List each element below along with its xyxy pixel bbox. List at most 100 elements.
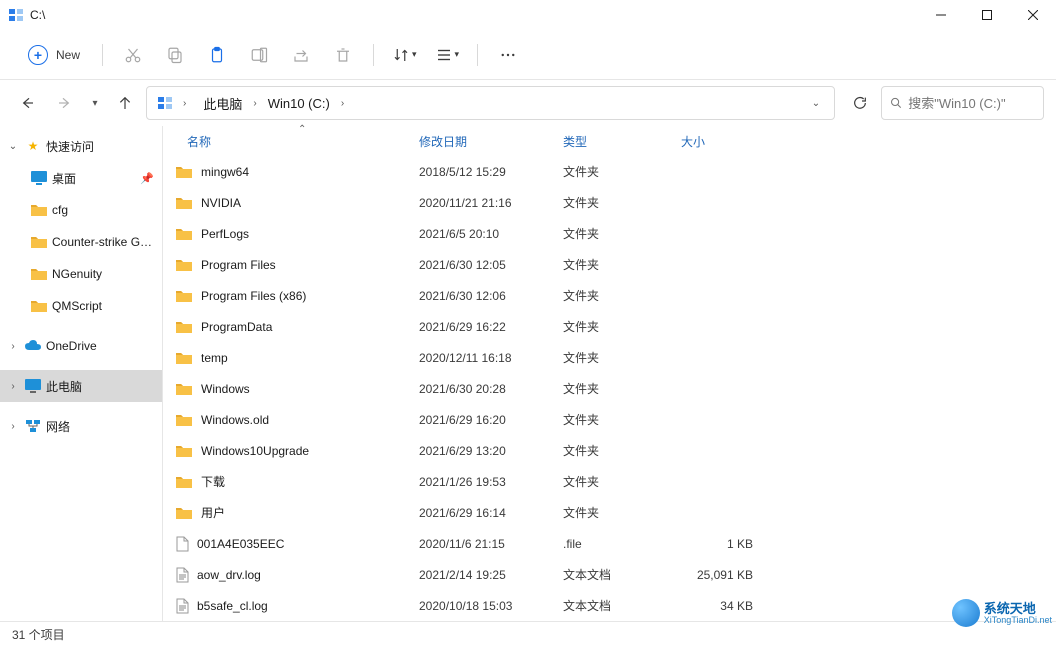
file-date: 2021/6/29 16:20	[419, 413, 563, 427]
file-row[interactable]: ProgramData2021/6/29 16:22文件夹	[163, 311, 1056, 342]
sidebar-label: 此电脑	[46, 378, 82, 395]
forward-button[interactable]	[48, 86, 82, 120]
monitor-icon	[24, 377, 42, 395]
search-input[interactable]	[908, 96, 1035, 111]
globe-icon	[952, 599, 980, 627]
chevron-right-icon[interactable]: ›	[6, 341, 20, 352]
file-date: 2021/6/5 20:10	[419, 227, 563, 241]
refresh-button[interactable]	[843, 86, 877, 120]
sidebar-item-cfg[interactable]: cfg	[0, 194, 162, 226]
file-date: 2021/6/29 16:14	[419, 506, 563, 520]
file-row[interactable]: PerfLogs2021/6/5 20:10文件夹	[163, 218, 1056, 249]
search-box[interactable]	[881, 86, 1044, 120]
cloud-icon	[24, 337, 42, 355]
sidebar-item-qmscript[interactable]: QMScript	[0, 290, 162, 322]
column-date[interactable]: 修改日期	[419, 126, 563, 156]
close-button[interactable]	[1010, 0, 1056, 30]
chevron-right-icon[interactable]: ›	[337, 98, 348, 109]
file-date: 2021/6/30 12:05	[419, 258, 563, 272]
sidebar-label: 网络	[46, 418, 70, 435]
file-row[interactable]: Windows.old2021/6/29 16:20文件夹	[163, 404, 1056, 435]
sidebar-item-quick-access[interactable]: ⌄ ★ 快速访问	[0, 130, 162, 162]
file-type: .file	[563, 537, 681, 551]
new-button[interactable]: + New	[18, 39, 90, 71]
file-row[interactable]: Program Files2021/6/30 12:05文件夹	[163, 249, 1056, 280]
folder-icon	[175, 288, 193, 304]
file-name: mingw64	[201, 165, 249, 179]
search-icon	[890, 96, 902, 110]
file-type: 文件夹	[563, 349, 681, 366]
file-type: 文本文档	[563, 597, 681, 614]
file-type: 文件夹	[563, 442, 681, 459]
rename-button[interactable]	[241, 39, 277, 71]
file-row[interactable]: temp2020/12/11 16:18文件夹	[163, 342, 1056, 373]
file-row[interactable]: Program Files (x86)2021/6/30 12:06文件夹	[163, 280, 1056, 311]
folder-icon	[30, 265, 48, 283]
column-type[interactable]: 类型	[563, 126, 681, 156]
sidebar-item-onedrive[interactable]: › OneDrive	[0, 330, 162, 362]
file-name: 001A4E035EEC	[197, 537, 284, 551]
chevron-down-icon[interactable]: ⌄	[6, 141, 20, 152]
file-name: ProgramData	[201, 320, 272, 334]
more-button[interactable]	[490, 39, 526, 71]
file-type: 文件夹	[563, 411, 681, 428]
drive-icon: ›	[151, 87, 196, 119]
pin-icon: 📌	[140, 172, 154, 185]
folder-icon	[175, 257, 193, 273]
minimize-button[interactable]	[918, 0, 964, 30]
status-bar: 31 个项目	[0, 621, 1056, 647]
paste-button[interactable]	[199, 39, 235, 71]
file-name: Program Files (x86)	[201, 289, 306, 303]
file-row[interactable]: Windows2021/6/30 20:28文件夹	[163, 373, 1056, 404]
sidebar-item-csg[interactable]: Counter-strike G…	[0, 226, 162, 258]
sidebar-item-ngenuity[interactable]: NGenuity	[0, 258, 162, 290]
maximize-button[interactable]	[964, 0, 1010, 30]
file-row[interactable]: 下载2021/1/26 19:53文件夹	[163, 466, 1056, 497]
crumb-drive[interactable]: Win10 (C:)	[261, 87, 337, 119]
file-row[interactable]: aow_drv.log2021/2/14 19:25文本文档25,091 KB	[163, 559, 1056, 590]
sidebar-label: 桌面	[52, 170, 76, 187]
file-type: 文件夹	[563, 504, 681, 521]
copy-button[interactable]	[157, 39, 193, 71]
file-icon	[175, 567, 189, 583]
address-dropdown[interactable]: ⌄	[802, 87, 830, 119]
file-row[interactable]: b5safe_cl.log2020/10/18 15:03文本文档34 KB	[163, 590, 1056, 621]
share-button[interactable]	[283, 39, 319, 71]
app-icon	[8, 7, 24, 23]
file-row[interactable]: Windows10Upgrade2021/6/29 13:20文件夹	[163, 435, 1056, 466]
file-row[interactable]: mingw642018/5/12 15:29文件夹	[163, 156, 1056, 187]
sidebar-label: NGenuity	[52, 267, 102, 281]
cut-button[interactable]	[115, 39, 151, 71]
chevron-right-icon[interactable]: ›	[249, 98, 260, 109]
window-title: C:\	[30, 8, 45, 22]
folder-icon	[30, 297, 48, 315]
chevron-right-icon[interactable]: ›	[6, 381, 20, 392]
file-name: NVIDIA	[201, 196, 241, 210]
file-name: Windows10Upgrade	[201, 444, 309, 458]
up-button[interactable]	[108, 86, 142, 120]
folder-icon	[30, 233, 48, 251]
view-button[interactable]: ▾	[429, 39, 466, 71]
delete-button[interactable]	[325, 39, 361, 71]
sidebar-item-thispc[interactable]: › 此电脑	[0, 370, 162, 402]
back-button[interactable]	[10, 86, 44, 120]
chevron-right-icon[interactable]: ›	[179, 98, 190, 109]
breadcrumb[interactable]: › 此电脑 › Win10 (C:) › ⌄	[146, 86, 835, 120]
recent-dropdown[interactable]: ▾	[86, 86, 104, 120]
file-row[interactable]: 001A4E035EEC2020/11/6 21:15.file1 KB	[163, 528, 1056, 559]
sidebar-item-network[interactable]: › 网络	[0, 410, 162, 442]
sidebar-item-desktop[interactable]: 桌面 📌	[0, 162, 162, 194]
file-type: 文件夹	[563, 318, 681, 335]
file-row[interactable]: NVIDIA2020/11/21 21:16文件夹	[163, 187, 1056, 218]
sort-button[interactable]: ▾	[386, 39, 423, 71]
file-row[interactable]: 用户 2021/6/29 16:14文件夹	[163, 497, 1056, 528]
file-type: 文件夹	[563, 225, 681, 242]
column-size[interactable]: 大小	[681, 126, 761, 156]
file-date: 2020/12/11 16:18	[419, 351, 563, 365]
crumb-thispc[interactable]: 此电脑	[196, 87, 249, 119]
column-name[interactable]: 名称	[163, 126, 419, 156]
chevron-right-icon[interactable]: ›	[6, 421, 20, 432]
folder-icon	[175, 412, 193, 428]
column-headers: ⌃ 名称 修改日期 类型 大小	[163, 126, 1056, 156]
file-name: 用户	[201, 504, 225, 521]
